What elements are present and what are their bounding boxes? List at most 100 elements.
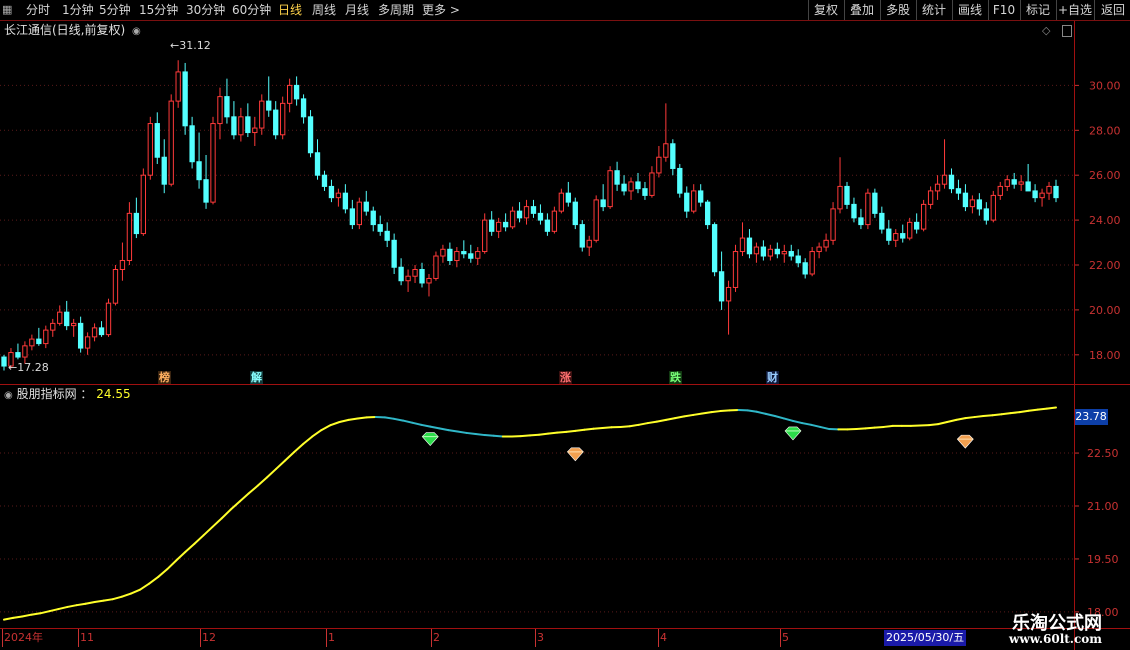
candle-body <box>948 174 955 190</box>
y-tick-label: 28.00 <box>1089 124 1121 137</box>
indicator-line-segment <box>773 415 785 420</box>
toolbar-button[interactable]: 画线 <box>952 0 987 20</box>
candle <box>154 112 160 164</box>
toolbar-button[interactable]: 标记 <box>1020 0 1055 20</box>
candle <box>607 166 613 209</box>
candle <box>440 244 446 263</box>
candle-body <box>955 188 962 194</box>
candle <box>704 199 711 230</box>
period-tab[interactable]: 月线 <box>345 2 369 18</box>
indicator-line-segment <box>75 602 87 607</box>
candle <box>579 220 585 252</box>
chevron-right-icon[interactable]: > <box>446 3 460 17</box>
period-tab[interactable]: 15分钟 <box>139 2 178 18</box>
toolbar-button[interactable]: 统计 <box>916 0 951 20</box>
candle <box>523 199 530 225</box>
price-chart <box>0 60 1074 371</box>
candle <box>537 204 544 225</box>
candle <box>558 188 565 214</box>
grid-menu-icon[interactable]: ▦ <box>2 2 12 18</box>
period-tab[interactable]: 多周期 <box>378 2 414 18</box>
date-axis-divider <box>0 628 1130 629</box>
candle <box>384 222 390 248</box>
toolbar-button[interactable]: 多股 <box>880 0 915 20</box>
candle-body <box>872 192 878 214</box>
candle <box>314 139 321 180</box>
candle <box>328 179 335 203</box>
candle <box>147 116 153 180</box>
candle <box>50 318 56 337</box>
indicator-line-segment <box>692 412 704 416</box>
candle-body <box>64 311 70 327</box>
candle <box>684 186 690 218</box>
candle-body <box>753 246 760 255</box>
candle <box>189 116 195 169</box>
indicator-line-segment <box>801 422 813 426</box>
candle <box>210 116 216 205</box>
toolbar-button[interactable]: +自选 <box>1056 0 1093 20</box>
candle-body <box>934 183 941 192</box>
candle <box>851 197 857 223</box>
candle-body <box>1025 181 1031 192</box>
candle <box>140 168 146 236</box>
candle-body <box>691 190 697 212</box>
toolbar-button[interactable]: F10 <box>988 0 1019 20</box>
candle-body <box>43 329 49 345</box>
month-label: 3 <box>537 631 544 644</box>
candle <box>809 247 815 277</box>
indicator-line-segment <box>329 421 341 427</box>
candle-body <box>84 336 91 349</box>
period-tab[interactable]: 分时 <box>26 2 50 18</box>
candle <box>760 240 767 261</box>
diamond-shape <box>956 434 974 449</box>
candle-body <box>1018 181 1024 185</box>
candle-body <box>1053 185 1059 199</box>
event-tag: 解 <box>250 371 263 384</box>
candle-body <box>711 224 718 273</box>
month-label: 1 <box>328 631 335 644</box>
period-tab[interactable]: 更多 > <box>422 2 460 18</box>
indicator-line-segment <box>665 417 677 421</box>
candle <box>600 184 606 212</box>
period-tab[interactable]: 日线 <box>278 2 302 18</box>
candle-body <box>809 251 815 275</box>
indicator-line-segment <box>247 484 259 495</box>
indicator-line-segment <box>873 425 885 429</box>
candle-body <box>684 192 690 212</box>
candle-body <box>900 233 906 239</box>
candle <box>377 215 383 236</box>
candle <box>1046 181 1052 200</box>
candle <box>133 197 140 239</box>
indicator-line-segment <box>157 568 169 578</box>
candle <box>426 273 432 297</box>
candle-body <box>886 228 892 241</box>
candle <box>43 325 49 349</box>
candle-body <box>907 221 913 239</box>
period-tab[interactable]: 周线 <box>312 2 336 18</box>
candle-body <box>112 268 119 304</box>
toolbar-button[interactable]: 叠加 <box>844 0 879 20</box>
indicator-line-segment <box>3 616 15 621</box>
candle <box>997 181 1003 200</box>
candle <box>865 188 871 230</box>
candle <box>746 229 753 259</box>
indicator-line-segment <box>447 429 459 433</box>
candle-body <box>398 266 404 282</box>
toolbar-button[interactable]: 复权 <box>808 0 843 20</box>
period-tab[interactable]: 30分钟 <box>186 2 225 18</box>
indicator-line-segment <box>519 434 531 438</box>
indicator-line-segment <box>347 417 359 421</box>
indicator-line-segment <box>556 430 568 434</box>
period-tab[interactable]: 60分钟 <box>232 2 271 18</box>
candle <box>342 184 349 214</box>
candle <box>530 199 537 218</box>
period-tab[interactable]: 5分钟 <box>99 2 131 18</box>
indicator-line-segment <box>220 508 232 520</box>
candle-body <box>468 253 474 259</box>
candle <box>774 242 780 259</box>
period-tab[interactable]: 1分钟 <box>62 2 94 18</box>
toolbar-button[interactable]: 返回 <box>1094 0 1130 20</box>
candle <box>649 166 655 198</box>
indicator-line-segment <box>1036 407 1048 411</box>
axis-divider <box>1074 21 1075 650</box>
